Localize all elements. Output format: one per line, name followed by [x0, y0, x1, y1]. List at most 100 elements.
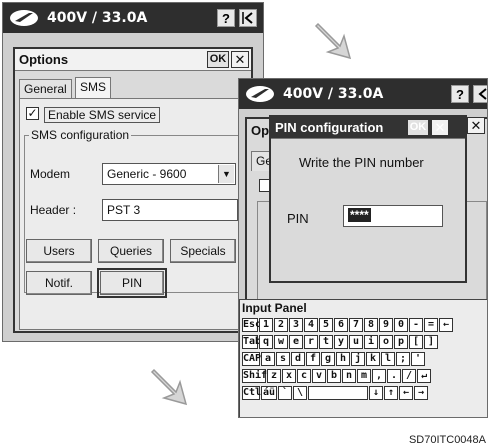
- key[interactable]: 4: [304, 318, 318, 332]
- status-title: 400V / 33.0A: [47, 10, 148, 26]
- logo-icon: [10, 10, 38, 26]
- keyboard-row: Shift z x c v b n m,. / ↵: [242, 369, 432, 384]
- header-input[interactable]: PST 3: [102, 199, 238, 221]
- key[interactable]: [: [409, 335, 423, 349]
- key[interactable]: ←: [399, 386, 413, 400]
- help-button[interactable]: ?: [451, 85, 469, 103]
- chevron-down-icon[interactable]: ▼: [218, 165, 234, 183]
- key[interactable]: e: [289, 335, 303, 349]
- pin-configuration-dialog: PIN configuration OK ✕ Write the PIN num…: [269, 115, 467, 283]
- pin-title-bar: PIN configuration OK ✕: [271, 117, 465, 139]
- key[interactable]: ,: [372, 369, 386, 383]
- key[interactable]: ': [411, 352, 425, 366]
- options-title-fragment: Op: [251, 123, 270, 138]
- key[interactable]: b: [327, 369, 341, 383]
- key[interactable]: `: [278, 386, 292, 400]
- key[interactable]: /: [402, 369, 416, 383]
- pin-close-button[interactable]: ✕: [431, 119, 449, 136]
- key[interactable]: r: [304, 335, 318, 349]
- flow-arrow-icon: [314, 22, 352, 60]
- key[interactable]: l: [381, 352, 395, 366]
- keyboard-row: CAP a s d f g h j k l; ': [242, 352, 426, 367]
- back-arrow-icon: [478, 88, 487, 100]
- back-button[interactable]: [473, 85, 487, 103]
- pin-input[interactable]: ****: [343, 205, 443, 227]
- options-ok-button[interactable]: OK: [207, 51, 229, 68]
- key[interactable]: 2: [274, 318, 288, 332]
- flow-arrow-icon: [150, 368, 188, 406]
- key[interactable]: p: [394, 335, 408, 349]
- specials-button[interactable]: Specials: [170, 239, 236, 263]
- key[interactable]: o: [379, 335, 393, 349]
- users-button[interactable]: Users: [26, 239, 92, 263]
- key[interactable]: ↓: [369, 386, 383, 400]
- key[interactable]: CAP: [242, 352, 261, 366]
- tab-general[interactable]: General: [19, 79, 72, 99]
- key[interactable]: j: [351, 352, 365, 366]
- key[interactable]: 3: [289, 318, 303, 332]
- pin-input-value: ****: [348, 208, 371, 222]
- key[interactable]: q: [259, 335, 273, 349]
- key[interactable]: -: [409, 318, 423, 332]
- key[interactable]: →: [414, 386, 428, 400]
- modem-label: Modem: [30, 167, 71, 181]
- header-input-value: PST 3: [107, 203, 141, 217]
- key[interactable]: ↵: [417, 369, 431, 383]
- key[interactable]: \: [293, 386, 307, 400]
- key[interactable]: 5: [319, 318, 333, 332]
- queries-button[interactable]: Queries: [98, 239, 164, 263]
- key[interactable]: u: [349, 335, 363, 349]
- key[interactable]: a: [261, 352, 275, 366]
- notif-button[interactable]: Notif.: [26, 271, 92, 295]
- options-close-button[interactable]: ✕: [231, 51, 249, 68]
- second-window: 400V / 33.0A ? Op Ge PIN configuration O…: [238, 78, 488, 418]
- tab-sms[interactable]: SMS: [75, 77, 112, 99]
- key[interactable]: f: [306, 352, 320, 366]
- key[interactable]: ;: [396, 352, 410, 366]
- pin-button[interactable]: PIN: [97, 268, 167, 298]
- modem-select[interactable]: Generic - 9600 ▼: [102, 163, 236, 185]
- key[interactable]: 1: [259, 318, 273, 332]
- key[interactable]: s: [276, 352, 290, 366]
- key[interactable]: i: [364, 335, 378, 349]
- key[interactable]: c: [297, 369, 311, 383]
- key[interactable]: ↑: [384, 386, 398, 400]
- keyboard-row: Esc 1 2 3 4 5 6 7 8 9 0- = ←: [242, 318, 454, 333]
- key[interactable]: ]: [424, 335, 438, 349]
- key[interactable]: 8: [364, 318, 378, 332]
- options-title-bar: Options OK ✕: [15, 49, 251, 71]
- key[interactable]: Ctl: [242, 386, 261, 400]
- key[interactable]: m: [357, 369, 371, 383]
- key[interactable]: 7: [349, 318, 363, 332]
- key[interactable]: z: [267, 369, 281, 383]
- key[interactable]: d: [291, 352, 305, 366]
- key[interactable]: 9: [379, 318, 393, 332]
- key[interactable]: Tab: [242, 335, 261, 349]
- back-button[interactable]: [239, 9, 257, 27]
- help-button[interactable]: ?: [217, 9, 235, 27]
- key[interactable]: g: [321, 352, 335, 366]
- key[interactable]: k: [366, 352, 380, 366]
- sms-tab-panel: ✓ Enable SMS service SMS configuration M…: [19, 98, 247, 330]
- key[interactable]: ←: [439, 318, 453, 332]
- key[interactable]: x: [282, 369, 296, 383]
- key[interactable]: Shift: [242, 369, 273, 383]
- key[interactable]: t: [319, 335, 333, 349]
- key[interactable]: 6: [334, 318, 348, 332]
- key[interactable]: 0: [394, 318, 408, 332]
- key[interactable]: w: [274, 335, 288, 349]
- modem-select-value: Generic - 9600: [107, 167, 187, 181]
- key[interactable]: =: [424, 318, 438, 332]
- key[interactable]: y: [334, 335, 348, 349]
- key-space[interactable]: [308, 386, 368, 400]
- key[interactable]: .: [387, 369, 401, 383]
- status-title: 400V / 33.0A: [283, 86, 384, 102]
- pin-ok-button[interactable]: OK: [407, 119, 429, 136]
- key[interactable]: Esc: [242, 318, 261, 332]
- enable-sms-checkbox[interactable]: ✓: [26, 107, 39, 120]
- key[interactable]: n: [342, 369, 356, 383]
- key[interactable]: v: [312, 369, 326, 383]
- key[interactable]: h: [336, 352, 350, 366]
- options-close-button-fragment[interactable]: ✕: [467, 117, 485, 134]
- key[interactable]: áü: [261, 386, 277, 400]
